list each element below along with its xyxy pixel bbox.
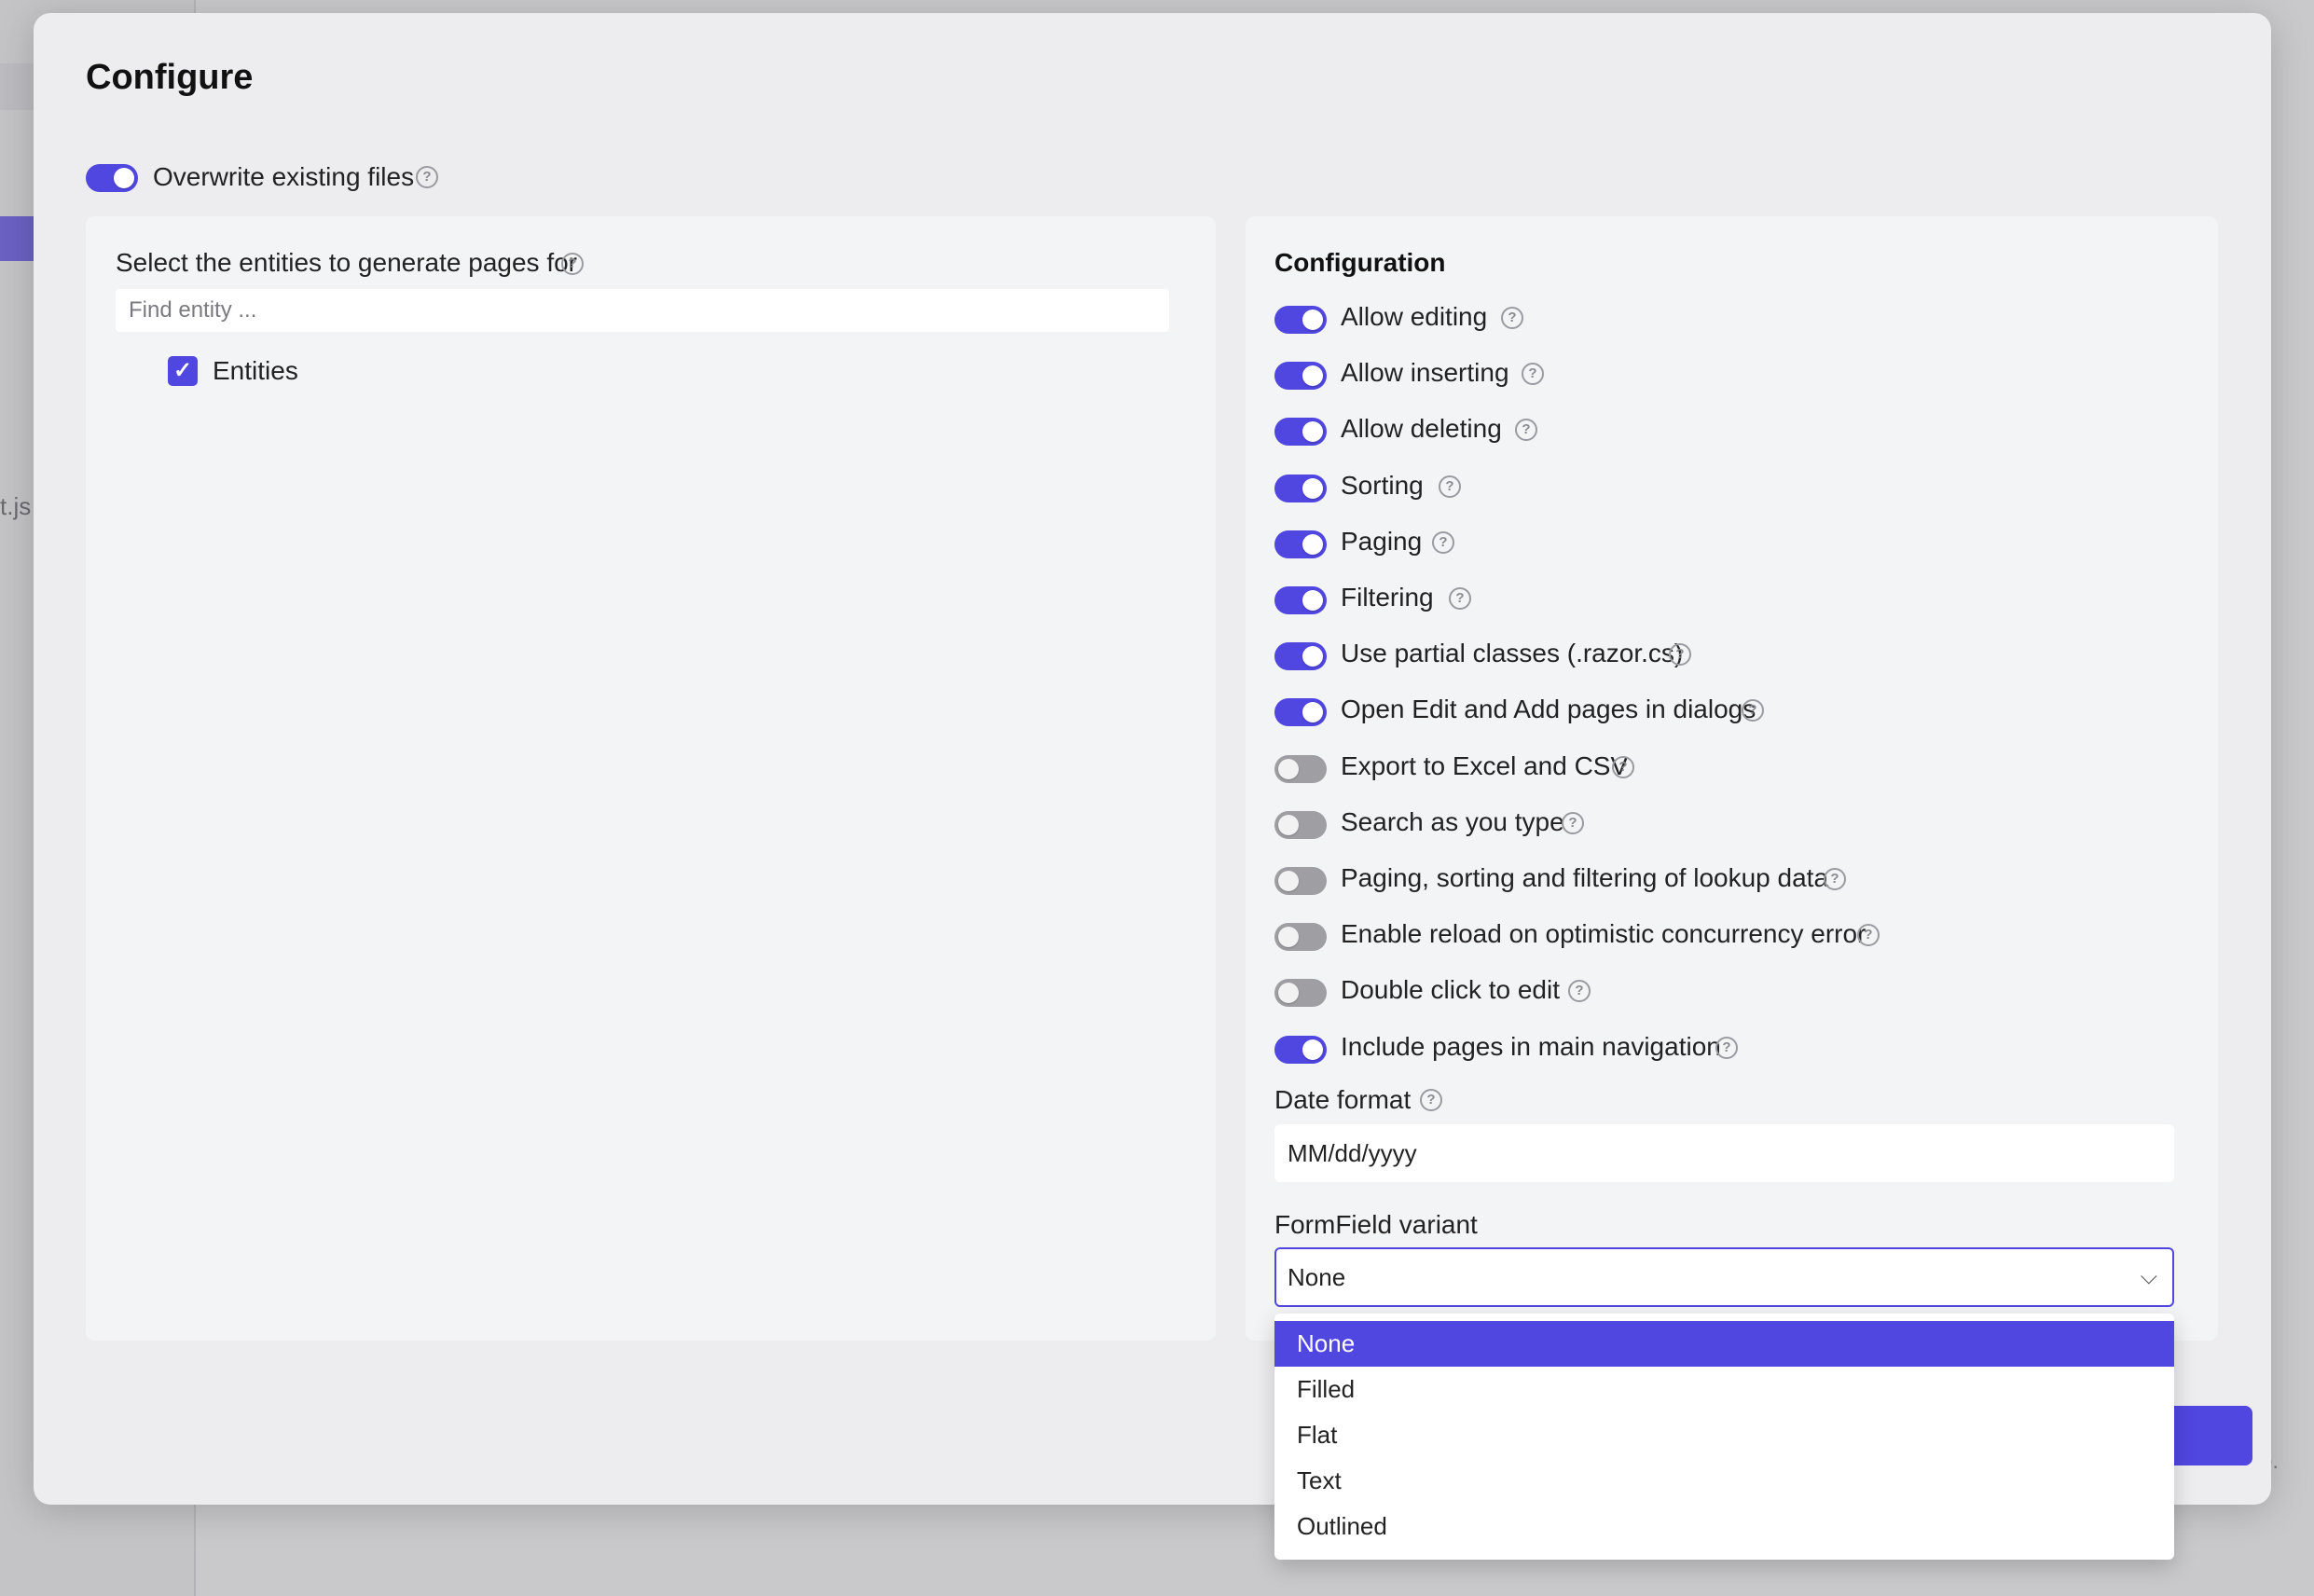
dropdown-option-filled[interactable]: Filled xyxy=(1274,1367,2174,1412)
background-active-nav-item xyxy=(0,216,34,261)
help-icon[interactable]: ? xyxy=(1501,307,1523,329)
help-icon[interactable]: ? xyxy=(1432,531,1454,554)
overwrite-existing-files-label: Overwrite existing files xyxy=(153,162,415,191)
help-icon[interactable]: ? xyxy=(1515,419,1537,441)
configuration-toggle-label: Open Edit and Add pages in dialogs xyxy=(1341,695,1756,723)
configuration-toggle-label: Allow editing xyxy=(1341,302,1488,331)
configuration-toggle-label: Allow deleting xyxy=(1341,414,1502,443)
configuration-toggle[interactable] xyxy=(1274,867,1327,895)
configuration-toggle-label: Enable reload on optimistic concurrency … xyxy=(1341,919,1866,948)
dialog-title: Configure xyxy=(86,58,254,97)
dropdown-option-outlined[interactable]: Outlined xyxy=(1274,1504,2174,1549)
help-icon[interactable]: ? xyxy=(1562,812,1584,834)
help-icon[interactable]: ? xyxy=(1669,643,1691,666)
formfield-variant-value: None xyxy=(1288,1263,1346,1291)
help-icon[interactable]: ? xyxy=(1715,1037,1738,1059)
help-icon[interactable]: ? xyxy=(561,253,584,275)
configuration-toggle-label: Double click to edit xyxy=(1341,975,1561,1004)
configuration-toggle[interactable] xyxy=(1274,362,1327,390)
configuration-toggle-label: Paging xyxy=(1341,527,1423,556)
help-icon[interactable]: ? xyxy=(1439,475,1461,498)
configuration-toggle[interactable] xyxy=(1274,1036,1327,1064)
formfield-variant-label: FormField variant xyxy=(1274,1210,1478,1239)
dropdown-option-text[interactable]: Text xyxy=(1274,1458,2174,1504)
date-format-input[interactable]: MM/dd/yyyy xyxy=(1274,1124,2174,1182)
configuration-toggle-label: Export to Excel and CSV xyxy=(1341,751,1629,780)
help-icon[interactable]: ? xyxy=(416,166,438,188)
configuration-toggle[interactable] xyxy=(1274,642,1327,670)
entities-checkbox[interactable]: ✓ xyxy=(168,356,198,386)
help-icon[interactable]: ? xyxy=(1824,868,1846,890)
configuration-title: Configuration xyxy=(1274,248,1446,277)
help-icon[interactable]: ? xyxy=(1522,363,1544,385)
find-entity-input[interactable] xyxy=(116,289,1169,332)
configuration-toggle[interactable] xyxy=(1274,979,1327,1007)
configuration-toggle-label: Filtering xyxy=(1341,583,1434,612)
configuration-toggle-label: Include pages in main navigation xyxy=(1341,1032,1721,1061)
configuration-toggle[interactable] xyxy=(1274,811,1327,839)
help-icon[interactable]: ? xyxy=(1612,756,1634,778)
dropdown-option-flat[interactable]: Flat xyxy=(1274,1412,2174,1458)
dropdown-option-none[interactable]: None xyxy=(1274,1321,2174,1367)
entities-checkbox-label: Entities xyxy=(213,356,298,385)
configuration-toggle[interactable] xyxy=(1274,698,1327,726)
configuration-toggle[interactable] xyxy=(1274,418,1327,446)
formfield-variant-dropdown: None Filled Flat Text Outlined xyxy=(1274,1314,2174,1560)
configuration-toggle[interactable] xyxy=(1274,530,1327,558)
configuration-toggle-label: Search as you type xyxy=(1341,807,1564,836)
configuration-toggle[interactable] xyxy=(1274,475,1327,502)
configuration-toggle[interactable] xyxy=(1274,586,1327,614)
configuration-toggle-label: Allow inserting xyxy=(1341,358,1509,387)
formfield-variant-select[interactable]: None ⌵ xyxy=(1274,1247,2174,1307)
help-icon[interactable]: ? xyxy=(1857,924,1880,946)
configuration-toggle-label: Use partial classes (.razor.cs) xyxy=(1341,639,1684,667)
overwrite-existing-files-toggle[interactable] xyxy=(86,164,138,192)
entities-panel-title: Select the entities to generate pages fo… xyxy=(116,248,577,277)
help-icon[interactable]: ? xyxy=(1568,980,1591,1002)
configuration-toggle-label: Paging, sorting and filtering of lookup … xyxy=(1341,863,1829,892)
background-text-fragment: t.js xyxy=(0,492,32,520)
configuration-toggle[interactable] xyxy=(1274,755,1327,783)
configuration-toggle-label: Sorting xyxy=(1341,471,1424,500)
help-icon[interactable]: ? xyxy=(1449,587,1471,610)
date-format-label: Date format xyxy=(1274,1085,1412,1114)
chevron-down-icon: ⌵ xyxy=(2140,1264,2157,1289)
configuration-toggle[interactable] xyxy=(1274,306,1327,334)
configuration-toggle[interactable] xyxy=(1274,923,1327,951)
help-icon[interactable]: ? xyxy=(1742,699,1764,722)
help-icon[interactable]: ? xyxy=(1420,1089,1442,1111)
